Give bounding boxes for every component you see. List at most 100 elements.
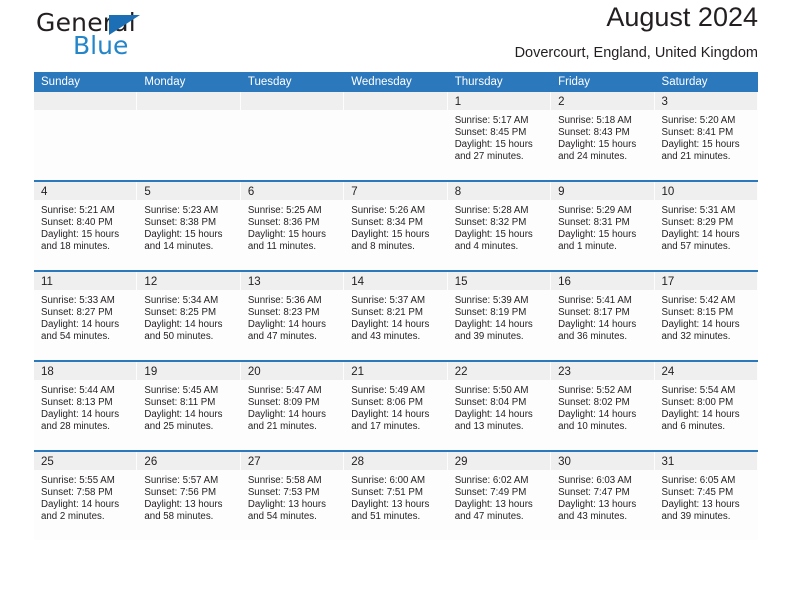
day-number-band: 14 [344, 272, 447, 290]
day-number: 15 [454, 276, 468, 288]
day-cell[interactable]: 16 Sunrise: 5:41 AM Sunset: 8:17 PM Dayl… [551, 272, 654, 360]
day-cell[interactable]: 25 Sunrise: 5:55 AM Sunset: 7:58 PM Dayl… [34, 452, 137, 540]
day-number-band: 18 [34, 362, 137, 380]
day-detail: Sunrise: 5:28 AM Sunset: 8:32 PM Dayligh… [448, 200, 551, 253]
sunset-text: Sunset: 8:31 PM [558, 216, 630, 228]
day-cell[interactable]: 3 Sunrise: 5:20 AM Sunset: 8:41 PM Dayli… [654, 92, 758, 180]
sunrise-text: Sunrise: 5:57 AM [144, 475, 219, 486]
day-number: 11 [41, 276, 53, 288]
daylight-text: Daylight: 13 hours and 58 minutes. [144, 498, 223, 522]
day-cell[interactable]: 26 Sunrise: 5:57 AM Sunset: 7:56 PM Dayl… [137, 452, 240, 540]
day-detail: Sunrise: 5:57 AM Sunset: 7:56 PM Dayligh… [137, 470, 240, 523]
day-cell[interactable] [137, 92, 240, 180]
day-number: 28 [351, 456, 365, 468]
day-cell[interactable]: 8 Sunrise: 5:28 AM Sunset: 8:32 PM Dayli… [447, 182, 551, 270]
week-row: 18 Sunrise: 5:44 AM Sunset: 8:13 PM Dayl… [34, 360, 758, 450]
day-number-band: 7 [344, 182, 447, 200]
calendar-page: General Blue August 2024 Dovercourt, Eng… [0, 0, 792, 612]
day-number: 17 [661, 276, 675, 288]
day-cell[interactable]: 20 Sunrise: 5:47 AM Sunset: 8:09 PM Dayl… [240, 362, 344, 450]
day-cell[interactable]: 2 Sunrise: 5:18 AM Sunset: 8:43 PM Dayli… [551, 92, 654, 180]
day-number-band: 23 [551, 362, 654, 380]
day-cell[interactable]: 29 Sunrise: 6:02 AM Sunset: 7:49 PM Dayl… [447, 452, 551, 540]
day-number: 7 [351, 186, 358, 198]
day-cell[interactable]: 23 Sunrise: 5:52 AM Sunset: 8:02 PM Dayl… [551, 362, 654, 450]
sunrise-text: Sunrise: 6:02 AM [454, 475, 529, 486]
sunrise-text: Sunrise: 5:54 AM [661, 385, 736, 396]
day-cell[interactable]: 31 Sunrise: 6:05 AM Sunset: 7:45 PM Dayl… [654, 452, 758, 540]
day-cell[interactable]: 27 Sunrise: 5:58 AM Sunset: 7:53 PM Dayl… [240, 452, 344, 540]
day-cell[interactable] [240, 92, 344, 180]
daylight-text: Daylight: 14 hours and 25 minutes. [144, 408, 223, 432]
day-number: 19 [144, 366, 158, 378]
sunrise-text: Sunrise: 5:17 AM [454, 115, 529, 126]
day-detail [241, 110, 344, 115]
sunrise-text: Sunrise: 5:45 AM [144, 385, 219, 396]
week-row: 4 Sunrise: 5:21 AM Sunset: 8:40 PM Dayli… [34, 180, 758, 270]
daylight-text: Daylight: 14 hours and 54 minutes. [41, 318, 120, 342]
sunrise-text: Sunrise: 5:26 AM [351, 205, 426, 216]
day-cell[interactable]: 21 Sunrise: 5:49 AM Sunset: 8:06 PM Dayl… [344, 362, 447, 450]
daylight-text: Daylight: 15 hours and 4 minutes. [454, 228, 533, 252]
daylight-text: Daylight: 13 hours and 39 minutes. [661, 498, 740, 522]
daylight-text: Daylight: 13 hours and 47 minutes. [454, 498, 533, 522]
day-cell[interactable]: 19 Sunrise: 5:45 AM Sunset: 8:11 PM Dayl… [137, 362, 240, 450]
daylight-text: Daylight: 14 hours and 10 minutes. [558, 408, 637, 432]
sunset-text: Sunset: 7:49 PM [454, 486, 527, 498]
day-cell[interactable]: 22 Sunrise: 5:50 AM Sunset: 8:04 PM Dayl… [447, 362, 551, 450]
sunrise-text: Sunrise: 5:34 AM [144, 295, 219, 306]
page-header: General Blue August 2024 Dovercourt, Eng… [34, 0, 758, 72]
day-cell[interactable]: 4 Sunrise: 5:21 AM Sunset: 8:40 PM Dayli… [34, 182, 137, 270]
day-cell[interactable]: 5 Sunrise: 5:23 AM Sunset: 8:38 PM Dayli… [137, 182, 240, 270]
day-detail: Sunrise: 5:17 AM Sunset: 8:45 PM Dayligh… [448, 110, 551, 163]
daylight-text: Daylight: 14 hours and 50 minutes. [144, 318, 223, 342]
sunset-text: Sunset: 8:06 PM [351, 396, 423, 408]
daylight-text: Daylight: 14 hours and 6 minutes. [661, 408, 740, 432]
sunrise-text: Sunrise: 5:42 AM [661, 295, 736, 306]
weekday-header-wednesday: Wednesday [351, 76, 412, 88]
daylight-text: Daylight: 13 hours and 54 minutes. [247, 498, 326, 522]
daylight-text: Daylight: 15 hours and 14 minutes. [144, 228, 223, 252]
day-cell[interactable]: 18 Sunrise: 5:44 AM Sunset: 8:13 PM Dayl… [34, 362, 137, 450]
day-cell[interactable]: 28 Sunrise: 6:00 AM Sunset: 7:51 PM Dayl… [344, 452, 447, 540]
day-number-band: 21 [344, 362, 447, 380]
day-cell[interactable] [344, 92, 447, 180]
day-cell[interactable]: 7 Sunrise: 5:26 AM Sunset: 8:34 PM Dayli… [344, 182, 447, 270]
day-number: 29 [454, 456, 468, 468]
day-cell[interactable]: 9 Sunrise: 5:29 AM Sunset: 8:31 PM Dayli… [551, 182, 654, 270]
sunrise-text: Sunrise: 5:28 AM [454, 205, 529, 216]
day-number: 21 [351, 366, 365, 378]
day-number-band: 13 [240, 272, 344, 290]
sunset-text: Sunset: 8:15 PM [661, 306, 734, 318]
day-cell[interactable]: 6 Sunrise: 5:25 AM Sunset: 8:36 PM Dayli… [240, 182, 344, 270]
day-cell[interactable]: 15 Sunrise: 5:39 AM Sunset: 8:19 PM Dayl… [447, 272, 551, 360]
daylight-text: Daylight: 15 hours and 11 minutes. [247, 228, 326, 252]
day-cell[interactable]: 24 Sunrise: 5:54 AM Sunset: 8:00 PM Dayl… [654, 362, 758, 450]
sunrise-text: Sunrise: 5:18 AM [558, 115, 632, 126]
daylight-text: Daylight: 14 hours and 57 minutes. [661, 228, 740, 252]
day-cell[interactable]: 10 Sunrise: 5:31 AM Sunset: 8:29 PM Dayl… [654, 182, 758, 270]
sunset-text: Sunset: 8:32 PM [454, 216, 527, 228]
day-cell[interactable]: 1 Sunrise: 5:17 AM Sunset: 8:45 PM Dayli… [447, 92, 551, 180]
day-number: 18 [41, 366, 54, 378]
day-cell[interactable] [34, 92, 137, 180]
daylight-text: Daylight: 14 hours and 17 minutes. [351, 408, 430, 432]
daylight-text: Daylight: 15 hours and 18 minutes. [41, 228, 120, 252]
day-number-band [137, 92, 240, 110]
day-number-band: 8 [447, 182, 551, 200]
general-blue-logo[interactable]: General Blue [36, 8, 211, 60]
day-cell[interactable]: 13 Sunrise: 5:36 AM Sunset: 8:23 PM Dayl… [240, 272, 344, 360]
day-number [241, 96, 248, 108]
day-cell[interactable]: 14 Sunrise: 5:37 AM Sunset: 8:21 PM Dayl… [344, 272, 447, 360]
weekday-header-friday: Friday [558, 76, 591, 88]
daylight-text: Daylight: 15 hours and 24 minutes. [558, 138, 637, 162]
day-cell[interactable]: 12 Sunrise: 5:34 AM Sunset: 8:25 PM Dayl… [137, 272, 240, 360]
day-cell[interactable]: 17 Sunrise: 5:42 AM Sunset: 8:15 PM Dayl… [654, 272, 758, 360]
sunrise-text: Sunrise: 5:52 AM [558, 385, 632, 396]
day-cell[interactable]: 30 Sunrise: 6:03 AM Sunset: 7:47 PM Dayl… [551, 452, 654, 540]
day-number-band: 16 [551, 272, 654, 290]
day-cell[interactable]: 11 Sunrise: 5:33 AM Sunset: 8:27 PM Dayl… [34, 272, 137, 360]
day-detail: Sunrise: 5:45 AM Sunset: 8:11 PM Dayligh… [137, 380, 240, 433]
week-row: 11 Sunrise: 5:33 AM Sunset: 8:27 PM Dayl… [34, 270, 758, 360]
day-detail: Sunrise: 5:52 AM Sunset: 8:02 PM Dayligh… [551, 380, 654, 433]
